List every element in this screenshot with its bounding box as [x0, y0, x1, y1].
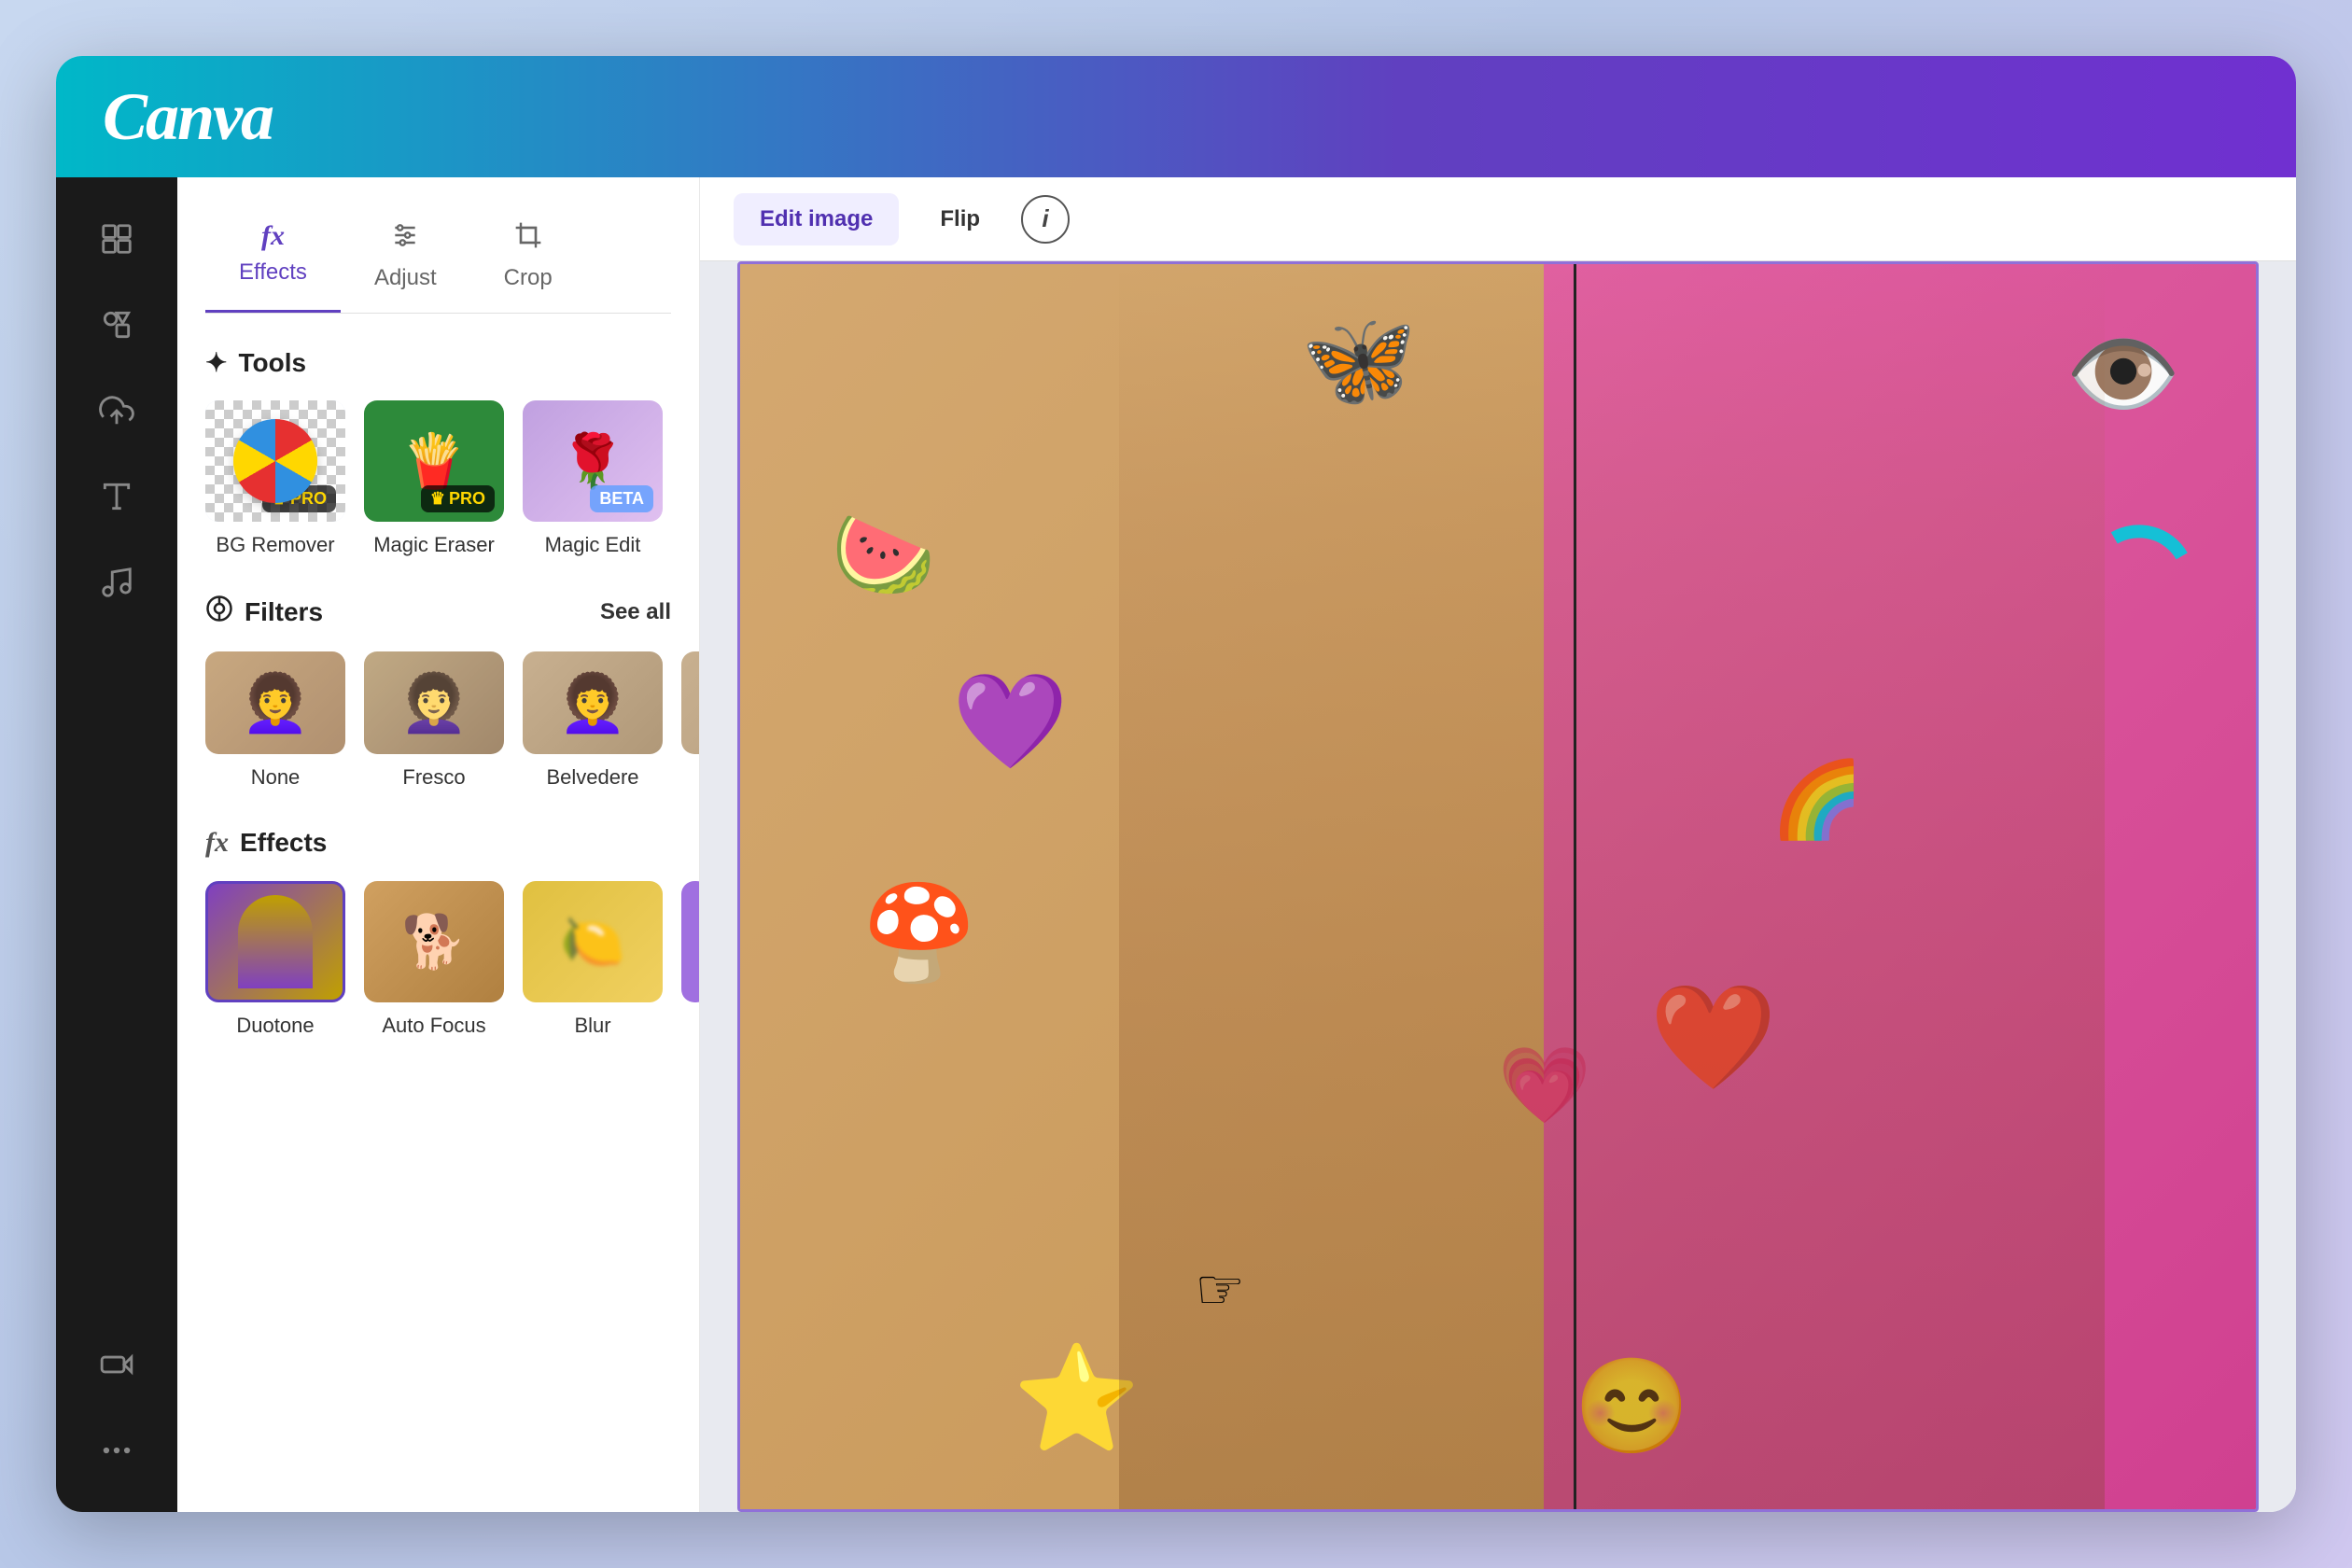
filter-fresco-thumb: 👩‍🦱 [364, 651, 504, 754]
blur-visual: 🍋 [560, 911, 625, 973]
filter-fresco-label: Fresco [402, 765, 465, 790]
effects-heading-label: Effects [240, 828, 327, 858]
filter-none[interactable]: 👩‍🦱 None [205, 651, 345, 790]
magic-eraser-badge: ♛ PRO [421, 485, 495, 512]
blur-label: Blur [574, 1014, 610, 1038]
adjust-tab-icon [390, 220, 420, 258]
filter-more [681, 651, 700, 754]
filter-belvedere-label: Belvedere [546, 765, 638, 790]
filters-icon [205, 595, 233, 629]
filter-belvedere[interactable]: 👩‍🦱 Belvedere [523, 651, 663, 790]
person-photo [1119, 264, 2105, 1509]
canvas-content: 👁️ 🦋 🍉 💜 🍄 🌈 ❤️ 💗 ⭐ 😊 ☞ [700, 261, 2296, 1512]
fx-icon: fx [205, 827, 229, 859]
sidebar-item-video[interactable] [83, 1331, 150, 1398]
tab-effects[interactable]: fx Effects [205, 205, 341, 313]
edit-image-button[interactable]: Edit image [734, 193, 899, 245]
filters-grid: 👩‍🦱 None 👩‍🦱 Fresco 👩‍🦱 Belvedere [205, 651, 671, 790]
tools-grid: ♛ PRO BG Remover 🍟 ♛ PRO [205, 400, 671, 557]
tools-heading-label: Tools [238, 348, 306, 378]
effect-more-edge [681, 881, 700, 1002]
effects-tab-icon: fx [261, 220, 285, 252]
sidebar-item-templates[interactable] [83, 205, 150, 273]
canva-logo: Canva [103, 78, 273, 156]
flower-icon: 🌹 [560, 430, 625, 492]
sidebar-item-audio[interactable] [83, 549, 150, 616]
duotone-visual [238, 895, 313, 988]
effects-panel: fx Effects [177, 177, 700, 1512]
tools-section-heading: ✦ Tools [205, 347, 671, 378]
crop-tab-label: Crop [504, 265, 553, 291]
autofocus-thumb: 🐕 [364, 881, 504, 1002]
crop-tab-icon [513, 220, 543, 258]
magic-edit-thumb: 🌹 BETA [523, 400, 663, 522]
magic-edit-badge: BETA [590, 485, 653, 512]
sidebar-item-uploads[interactable] [83, 377, 150, 444]
sidebar-item-more[interactable] [83, 1417, 150, 1484]
fries-icon: 🍟 [401, 430, 467, 492]
autofocus-label: Auto Focus [382, 1014, 485, 1038]
effects-tab-label: Effects [239, 259, 307, 286]
info-button[interactable]: i [1021, 195, 1070, 244]
effects-section-heading: fx Effects [205, 827, 671, 859]
filter-belvedere-thumb: 👩‍🦱 [523, 651, 663, 754]
icon-sidebar [56, 177, 177, 1512]
sidebar-item-text[interactable] [83, 463, 150, 530]
magic-eraser-thumb: 🍟 ♛ PRO [364, 400, 504, 522]
watermelon-sticker: 🍉 [831, 513, 935, 597]
filters-header: Filters See all [205, 595, 671, 629]
filters-section-heading: Filters [205, 595, 323, 629]
adjust-tab-label: Adjust [374, 265, 437, 291]
canvas-area: Edit image Flip i 👁️ [700, 177, 2296, 1512]
tool-magic-eraser[interactable]: 🍟 ♛ PRO Magic Eraser [364, 400, 504, 557]
blur-thumb: 🍋 [523, 881, 663, 1002]
see-all-button[interactable]: See all [600, 599, 671, 625]
bg-remover-label: BG Remover [216, 533, 334, 557]
duotone-label: Duotone [236, 1014, 314, 1038]
tab-crop[interactable]: Crop [470, 205, 586, 313]
effect-autofocus[interactable]: 🐕 Auto Focus [364, 881, 504, 1038]
filter-fresco[interactable]: 👩‍🦱 Fresco [364, 651, 504, 790]
canvas-toolbar: Edit image Flip i [700, 177, 2296, 261]
bg-remover-thumb: ♛ PRO [205, 400, 345, 522]
sidebar-item-elements[interactable] [83, 291, 150, 358]
tool-bg-remover[interactable]: ♛ PRO BG Remover [205, 400, 345, 557]
split-divider [1574, 264, 1576, 1509]
flip-button[interactable]: Flip [914, 193, 1006, 245]
header-bar: Canva [56, 56, 2296, 177]
filter-none-thumb: 👩‍🦱 [205, 651, 345, 754]
tab-adjust[interactable]: Adjust [341, 205, 470, 313]
panel-wrapper: fx Effects [177, 177, 700, 1512]
app-window: Canva [56, 56, 2296, 1512]
heart-purple-sticker: 💜 [952, 675, 1069, 768]
magic-edit-label: Magic Edit [545, 533, 641, 557]
effect-blur[interactable]: 🍋 Blur [523, 881, 663, 1038]
effect-duotone[interactable]: Duotone [205, 881, 345, 1038]
beach-ball-visual [233, 419, 317, 503]
duotone-thumb [205, 881, 345, 1002]
magic-eraser-label: Magic Eraser [373, 533, 495, 557]
tool-magic-edit[interactable]: 🌹 BETA Magic Edit [523, 400, 663, 557]
crown-icon2: ♛ [430, 489, 445, 509]
sparkle-icon: ✦ [205, 347, 227, 378]
main-layout: fx Effects [56, 177, 2296, 1512]
mushroom-sticker: 🍄 [861, 887, 978, 980]
filters-heading-label: Filters [245, 597, 323, 627]
effects-grid: Duotone 🐕 Auto Focus 🍋 Blur [205, 881, 671, 1038]
panel-tabs: fx Effects [205, 205, 671, 314]
canvas-frame: 👁️ 🦋 🍉 💜 🍄 🌈 ❤️ 💗 ⭐ 😊 ☞ [737, 261, 2259, 1512]
filter-none-label: None [251, 765, 301, 790]
